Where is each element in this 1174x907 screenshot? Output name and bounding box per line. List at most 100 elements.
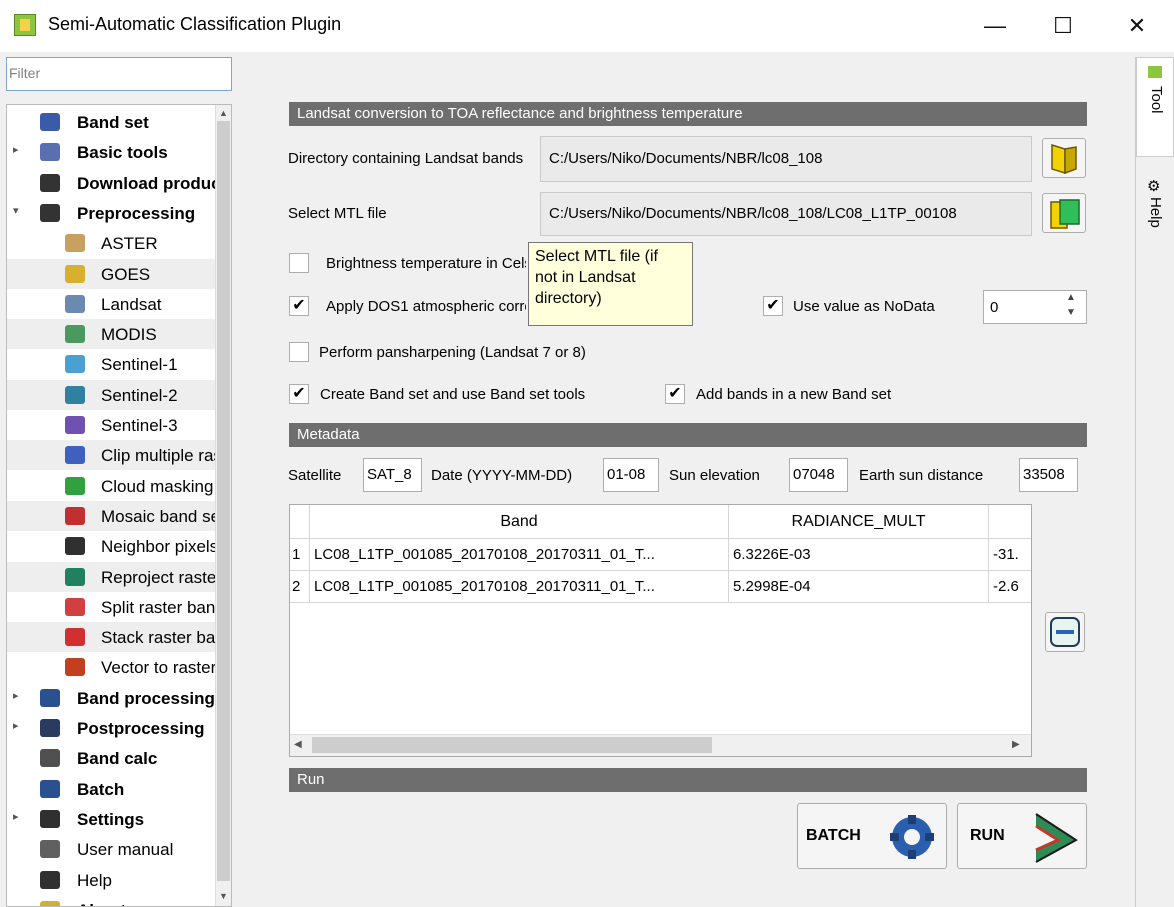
scroll-right-icon[interactable]: ▶: [1012, 739, 1020, 750]
date-field[interactable]: 01-08: [603, 458, 659, 492]
tree-item[interactable]: ASTER: [7, 228, 215, 258]
satellite-field[interactable]: SAT_8: [363, 458, 422, 492]
tree-item[interactable]: Reproject raster bands: [7, 561, 215, 592]
column-header-band[interactable]: Band: [310, 505, 729, 539]
tree-item[interactable]: Sentinel-3: [7, 410, 215, 440]
tree-item[interactable]: MODIS: [7, 319, 215, 350]
tab-tool-label: Tool: [1148, 86, 1165, 114]
tree-item-label: MODIS: [101, 325, 157, 345]
collapsed-arrow-icon[interactable]: ▸: [13, 719, 19, 732]
window-title: Semi-Automatic Classification Plugin: [48, 14, 342, 34]
tree-item[interactable]: Mosaic band sets: [7, 500, 215, 531]
radiance-add-cell[interactable]: -31.: [989, 539, 1031, 571]
table-hscroll-thumb[interactable]: [312, 737, 712, 753]
add-bands-checkbox[interactable]: ✔: [665, 384, 685, 404]
tree-item[interactable]: Neighbor pixels: [7, 531, 215, 561]
tree-item[interactable]: Help: [7, 865, 215, 895]
scroll-down-icon[interactable]: ▼: [219, 891, 228, 901]
mtl-file-field[interactable]: C:/Users/Niko/Documents/NBR/lc08_108/LC0…: [540, 192, 1032, 236]
spin-up-icon[interactable]: ▲: [1066, 292, 1076, 303]
tree-item-icon: [65, 628, 85, 647]
minimize-button[interactable]: —: [972, 8, 1018, 44]
scroll-up-icon[interactable]: ▲: [219, 108, 228, 118]
close-button[interactable]: ✕: [1114, 8, 1160, 44]
tree-scroll-thumb[interactable]: [217, 121, 230, 881]
help-tab-icon: ⚙: [1147, 178, 1161, 195]
run-button[interactable]: RUN: [957, 803, 1087, 869]
landsat-section-header: Landsat conversion to TOA reflectance an…: [289, 102, 1087, 126]
tree-item[interactable]: Sentinel-1: [7, 349, 215, 379]
tree-item[interactable]: ▸ Basic tools: [7, 137, 215, 167]
radiance-mult-cell[interactable]: 5.2998E-04: [729, 571, 989, 603]
dir-label: Directory containing Landsat bands: [288, 150, 524, 167]
row-header-corner: [290, 505, 310, 539]
tab-tool[interactable]: Tool: [1136, 57, 1174, 157]
tree-item[interactable]: Cloud masking: [7, 471, 215, 501]
dos1-checkbox[interactable]: ✔: [289, 296, 309, 316]
tree-item[interactable]: GOES: [7, 258, 215, 289]
tree-item-icon: [40, 719, 60, 737]
tree-item[interactable]: User manual: [7, 834, 215, 864]
tree-item[interactable]: Landsat: [7, 289, 215, 319]
tree-item-label: Cloud masking: [101, 476, 214, 496]
radiance-add-cell[interactable]: -2.6: [989, 571, 1031, 603]
band-cell[interactable]: LC08_L1TP_001085_20170108_20170311_01_T.…: [310, 539, 729, 571]
sun-elevation-field[interactable]: 07048: [789, 458, 848, 492]
tree-item[interactable]: Stack raster bands: [7, 622, 215, 653]
tree-item-label: Vector to raster: [101, 658, 215, 678]
tree-item-label: Batch: [77, 779, 125, 799]
spin-down-icon[interactable]: ▼: [1066, 307, 1076, 318]
tree-item[interactable]: ▸ Settings: [7, 804, 215, 834]
tree-item-label: Stack raster bands: [101, 628, 215, 648]
table-row[interactable]: 2 LC08_L1TP_001085_20170108_20170311_01_…: [290, 571, 1031, 603]
batch-button[interactable]: BATCH: [797, 803, 947, 869]
tree-item[interactable]: ▸ Band processing: [7, 683, 215, 713]
tree-item[interactable]: Band set: [7, 107, 215, 137]
run-section-header: Run: [289, 768, 1087, 792]
open-dir-button[interactable]: [1042, 138, 1086, 178]
tree-item[interactable]: Sentinel-2: [7, 379, 215, 410]
maximize-button[interactable]: ☐: [1040, 8, 1086, 44]
tree-item[interactable]: ▾ Preprocessing: [7, 198, 215, 228]
nodata-checkbox[interactable]: ✔: [763, 296, 783, 316]
radiance-mult-cell[interactable]: 6.3226E-03: [729, 539, 989, 571]
scroll-left-icon[interactable]: ◀: [294, 739, 302, 750]
tree-item-icon: [40, 173, 60, 192]
tree-item[interactable]: Batch: [7, 774, 215, 804]
column-header-radiance-mult[interactable]: RADIANCE_MULT: [729, 505, 989, 539]
collapsed-arrow-icon[interactable]: ▸: [13, 689, 19, 702]
tree-item[interactable]: Download products: [7, 168, 215, 198]
tab-help[interactable]: ⚙ Help: [1136, 163, 1174, 263]
tool-tab-icon: [1148, 66, 1162, 78]
filter-input[interactable]: Filter: [6, 57, 232, 91]
band-cell[interactable]: LC08_L1TP_001085_20170108_20170311_01_T.…: [310, 571, 729, 603]
remove-row-button[interactable]: [1045, 612, 1085, 652]
open-mtl-button[interactable]: [1042, 193, 1086, 233]
column-header-extra[interactable]: [989, 505, 1031, 539]
nodata-spinbox[interactable]: 0 ▲ ▼: [983, 290, 1087, 324]
brightness-checkbox[interactable]: [289, 253, 309, 273]
collapsed-arrow-icon[interactable]: ▸: [13, 143, 19, 156]
tree-item-icon: [40, 749, 60, 768]
expanded-arrow-icon[interactable]: ▾: [13, 204, 19, 217]
tree-item-label: GOES: [101, 264, 151, 284]
tree-item[interactable]: About: [7, 895, 215, 906]
earth-sun-field[interactable]: 33508: [1019, 458, 1078, 492]
table-row[interactable]: 1 LC08_L1TP_001085_20170108_20170311_01_…: [290, 539, 1031, 571]
minus-icon: [1050, 617, 1080, 647]
add-bands-label: Add bands in a new Band set: [696, 386, 892, 403]
tree-item[interactable]: Split raster bands: [7, 592, 215, 622]
tree-item[interactable]: Clip multiple rasters: [7, 440, 215, 471]
metadata-table: Band RADIANCE_MULT 1 LC08_L1TP_001085_20…: [289, 504, 1032, 757]
tree-item-icon: [40, 840, 60, 859]
landsat-dir-field[interactable]: C:/Users/Niko/Documents/NBR/lc08_108: [540, 136, 1032, 182]
batch-button-label: BATCH: [806, 827, 861, 844]
tree-item[interactable]: Band calc: [7, 743, 215, 773]
tree-item-label: About: [77, 901, 126, 906]
create-bandset-checkbox[interactable]: ✔: [289, 384, 309, 404]
tree-item[interactable]: Vector to raster: [7, 652, 215, 682]
tree-item[interactable]: ▸ Postprocessing: [7, 713, 215, 743]
collapsed-arrow-icon[interactable]: ▸: [13, 810, 19, 823]
tree-item-label: Download products: [77, 173, 215, 193]
pansharpen-checkbox[interactable]: [289, 342, 309, 362]
